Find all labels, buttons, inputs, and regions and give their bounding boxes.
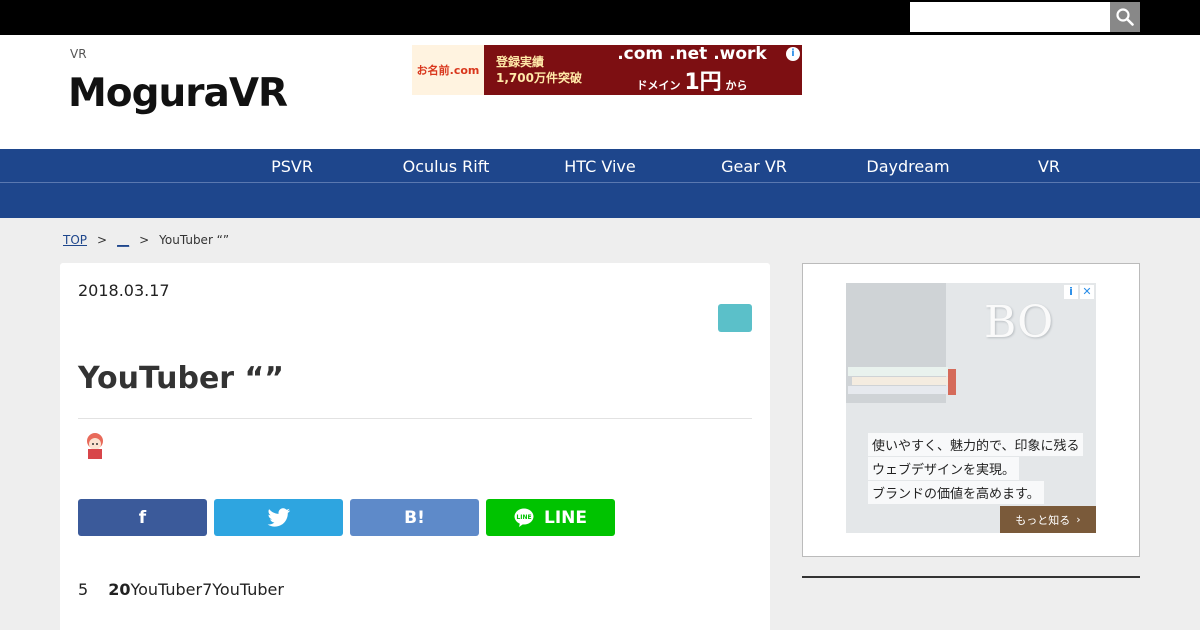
sidebar-ad: BO 使いやすく、魅力的で、印象に残る ウェブデザインを実現。 ブランドの価値を… xyxy=(802,263,1140,557)
search-icon xyxy=(1116,8,1134,26)
nav-item-gear-vr[interactable]: Gear VR xyxy=(721,157,787,176)
facebook-icon: f xyxy=(138,507,147,528)
ad-price: 1円 xyxy=(684,70,722,95)
header-ad-banner[interactable]: お名前.com 登録実績 1,700万件突破 .com .net .work ド… xyxy=(412,45,802,95)
author-avatar[interactable] xyxy=(80,429,110,459)
ad-stats: 登録実績 1,700万件突破 xyxy=(484,54,582,86)
breadcrumb-separator: > xyxy=(97,233,108,247)
ad-controls: i ✕ xyxy=(1064,285,1094,299)
nav-item-htc-vive[interactable]: HTC Vive xyxy=(564,157,635,176)
ad-stat-line2: 1,700万件突破 xyxy=(496,71,582,85)
ad-copy-line1: 使いやすく、魅力的で、印象に残る xyxy=(868,433,1084,456)
share-line-button[interactable]: LINE LINE xyxy=(486,499,615,536)
category-tag[interactable] xyxy=(718,304,752,332)
svg-text:LINE: LINE xyxy=(516,514,531,521)
ad-copy-line3: ブランドの価値を高めます。 xyxy=(868,481,1044,504)
line-icon: LINE xyxy=(514,508,534,527)
article-body-rest: YouTuber7YouTuber xyxy=(130,580,284,599)
line-label: LINE xyxy=(544,507,587,528)
site-tagline: VR xyxy=(70,47,87,61)
article-body-prefix: 5 xyxy=(78,580,89,599)
ad-price-suffix: から xyxy=(725,79,748,92)
main-nav: PSVR Oculus Rift HTC Vive Gear VR Daydre… xyxy=(0,149,1200,218)
search-input[interactable] xyxy=(910,2,1110,32)
ad-logo: BO xyxy=(984,297,1054,348)
ad-offer-label: ドメイン 1円 から xyxy=(582,64,802,95)
ad-cta-label: もっと知る xyxy=(1015,513,1071,527)
nav-item-vr[interactable]: VR xyxy=(1038,157,1060,176)
ad-domain-label: ドメイン xyxy=(636,79,681,92)
nav-item-psvr[interactable]: PSVR xyxy=(271,157,313,176)
ad-books-image xyxy=(848,367,956,395)
breadcrumb-category[interactable]: __ xyxy=(117,233,129,247)
share-buttons: f B! LINE LINE xyxy=(78,499,615,536)
top-bar xyxy=(0,0,1200,35)
nav-row: PSVR Oculus Rift HTC Vive Gear VR Daydre… xyxy=(0,149,1200,183)
share-facebook-button[interactable]: f xyxy=(78,499,207,536)
ad-close-icon[interactable]: ✕ xyxy=(1080,285,1094,299)
breadcrumb: TOP > __ > YouTuber “” xyxy=(63,233,229,247)
article-date: 2018.03.17 xyxy=(78,281,170,300)
article-body-bold: 20 xyxy=(108,580,131,599)
ad-domains: .com .net .work xyxy=(617,45,767,64)
site-header: VR MoguraVR お名前.com 登録実績 1,700万件突破 .com … xyxy=(0,35,1200,149)
site-logo[interactable]: MoguraVR xyxy=(68,71,288,116)
breadcrumb-current: YouTuber “” xyxy=(159,233,230,247)
ad-info-icon[interactable]: i xyxy=(786,47,800,61)
breadcrumb-separator: > xyxy=(139,233,150,247)
nav-item-oculus-rift[interactable]: Oculus Rift xyxy=(403,157,490,176)
search-button[interactable] xyxy=(1110,2,1140,32)
ad-brand-block: お名前.com xyxy=(412,45,484,95)
article-card: 2018.03.17 YouTuber “” f B! LINE LINE 5 … xyxy=(60,263,770,630)
sidebar-divider xyxy=(802,576,1140,578)
ad-cta-button[interactable]: もっと知る › xyxy=(1000,506,1096,533)
share-hatena-button[interactable]: B! xyxy=(350,499,479,536)
ad-copy-line2: ウェブデザインを実現。 xyxy=(868,457,1020,480)
article-title: YouTuber “” xyxy=(78,361,284,396)
breadcrumb-home[interactable]: TOP xyxy=(63,233,87,247)
article-body: 5 20YouTuber7YouTuber xyxy=(78,580,284,599)
sidebar-ad-creative[interactable]: BO 使いやすく、魅力的で、印象に残る ウェブデザインを実現。 ブランドの価値を… xyxy=(846,283,1096,533)
nav-item-daydream[interactable]: Daydream xyxy=(866,157,949,176)
ad-info-icon[interactable]: i xyxy=(1064,285,1078,299)
ad-offer: .com .net .work ドメイン 1円 から xyxy=(582,45,802,95)
share-twitter-button[interactable] xyxy=(214,499,343,536)
hatena-icon: B! xyxy=(404,507,425,528)
ad-stat-line1: 登録実績 xyxy=(496,55,545,69)
twitter-icon xyxy=(267,507,290,527)
chevron-right-icon: › xyxy=(1076,513,1081,526)
ad-brand: お名前.com xyxy=(416,64,480,77)
title-divider xyxy=(78,418,752,419)
